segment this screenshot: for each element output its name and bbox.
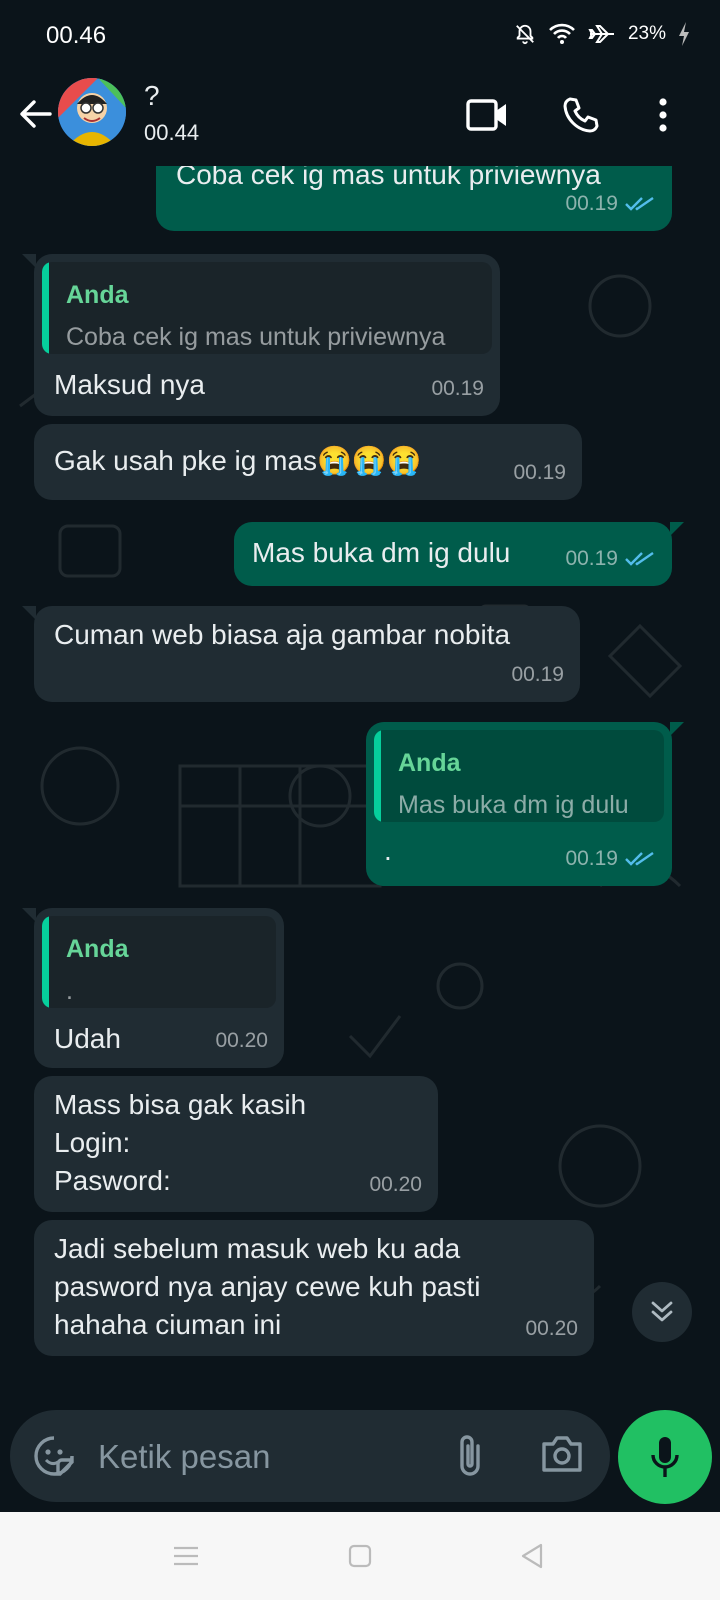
message-bubble-incoming[interactable]: Anda Coba cek ig mas untuk priviewnya Ma… [22,254,500,416]
message-meta: 00.19 [565,540,656,578]
bubble-tail [22,606,36,620]
message-bubble-outgoing[interactable]: Coba cek ig mas untuk priviewnya 00.19 [156,166,672,231]
mic-icon [651,1437,679,1477]
quote-text: Mas buka dm ig dulu [398,791,629,819]
message-text: Maksud nya [54,369,205,400]
battery-charging-icon [678,22,690,46]
system-navigation-bar [0,1512,720,1600]
airplane-icon [588,23,616,45]
message-bubble-outgoing[interactable]: Mas buka dm ig dulu 00.19 [234,522,684,586]
message-time: 00.20 [525,1317,578,1340]
message-text: Coba cek ig mas untuk priviewnya [176,166,601,190]
message-text: Mas buka dm ig dulu [252,537,511,568]
message-text: Cuman web biasa aja gambar nobita [54,619,511,650]
quote-text: Coba cek ig mas untuk priviewnya [66,323,446,351]
quoted-message[interactable]: Anda Coba cek ig mas untuk priviewnya [42,262,492,354]
message-time: 00.19 [565,547,618,570]
nav-home-icon [348,1544,372,1568]
voice-call-button[interactable] [556,90,606,140]
message-time: 00.19 [565,192,618,215]
read-ticks-icon [625,852,654,866]
message-text: Mass bisa gak kasih Login: Pasword: [54,1089,307,1196]
message-time: 00.19 [511,663,564,686]
sticker-button[interactable] [32,1434,76,1478]
message-time: 00.19 [513,461,566,484]
message-time: 00.20 [215,1029,268,1052]
message-time: 00.20 [369,1173,422,1196]
message-time: 00.19 [565,847,618,870]
camera-icon [542,1436,582,1472]
scroll-to-bottom-button[interactable] [632,1282,692,1342]
message-meta: 00.19 [513,454,566,492]
message-input[interactable] [96,1432,430,1482]
bubble-tail [670,522,684,536]
message-meta: 00.19 [511,656,564,694]
voice-call-icon [563,97,599,133]
nav-home-button[interactable] [340,1536,380,1576]
video-call-icon [466,99,506,131]
more-options-button[interactable] [638,90,688,140]
message-time: 00.19 [431,377,484,400]
voice-message-button[interactable] [618,1410,712,1504]
quote-bar [42,262,49,354]
message-meta: 00.19 [431,370,484,408]
message-meta: 00.20 [525,1310,578,1348]
message-text: . [384,835,392,866]
status-time: 00.46 [46,22,107,49]
message-bubble-incoming[interactable]: Cuman web biasa aja gambar nobita 00.19 [22,606,580,702]
quote-author: Anda [398,749,461,777]
chat-header: ? 00.44 [0,70,720,166]
camera-button[interactable] [540,1434,588,1478]
status-bar: 00.46 23% [0,0,720,70]
attach-button[interactable] [456,1432,500,1480]
status-icons: 23% [514,22,690,46]
bubble-tail [22,908,36,922]
battery-text: 23% [627,23,666,44]
read-ticks-icon [625,552,654,566]
message-bubble-incoming[interactable]: Jadi sebelum masuk web ku ada pasword ny… [34,1220,594,1356]
quote-text: . [66,977,73,1005]
bubble-tail [22,254,36,268]
contact-name[interactable]: ? [144,80,160,112]
message-bubble-incoming[interactable]: Mass bisa gak kasih Login: Pasword: 00.2… [34,1076,438,1212]
quoted-message[interactable]: Anda . [42,916,276,1008]
message-meta: 00.19 [565,185,656,223]
back-button[interactable] [14,92,58,136]
back-arrow-icon [20,100,52,128]
wifi-icon [548,23,576,45]
nav-back-icon [521,1543,543,1569]
chat-area[interactable]: Coba cek ig mas untuk priviewnya 00.19 A… [0,166,720,1410]
video-call-button[interactable] [462,90,512,140]
message-meta: 00.20 [369,1166,422,1204]
message-meta: 00.19 [565,840,656,878]
read-ticks-icon [625,197,654,211]
message-text: Udah [54,1023,121,1054]
double-chevron-down-icon [651,1301,673,1322]
bubble-tail [670,722,684,736]
avatar[interactable] [58,78,126,146]
message-text: Jadi sebelum masuk web ku ada pasword ny… [54,1233,481,1340]
last-seen: 00.44 [144,120,200,145]
message-composer [10,1410,610,1502]
avatar-image [58,78,126,146]
sticker-icon [34,1436,74,1476]
quote-bar [374,730,381,822]
message-text: Gak usah pke ig mas😭😭😭 [54,445,422,476]
quote-author: Anda [66,935,129,963]
nav-back-button[interactable] [512,1536,552,1576]
message-bubble-outgoing[interactable]: Anda Mas buka dm ig dulu . 00.19 [366,722,684,886]
mute-icon [514,23,536,45]
more-options-icon [659,98,667,132]
nav-menu-icon [174,1546,198,1566]
quote-bar [42,916,49,1008]
message-bubble-incoming[interactable]: Anda . Udah 00.20 [22,908,284,1068]
nav-menu-button[interactable] [166,1536,206,1576]
message-meta: 00.20 [215,1022,268,1060]
attach-icon [460,1435,480,1476]
message-bubble-incoming[interactable]: Gak usah pke ig mas😭😭😭 00.19 [34,424,582,500]
quote-author: Anda [66,281,129,309]
quoted-message[interactable]: Anda Mas buka dm ig dulu [374,730,664,822]
